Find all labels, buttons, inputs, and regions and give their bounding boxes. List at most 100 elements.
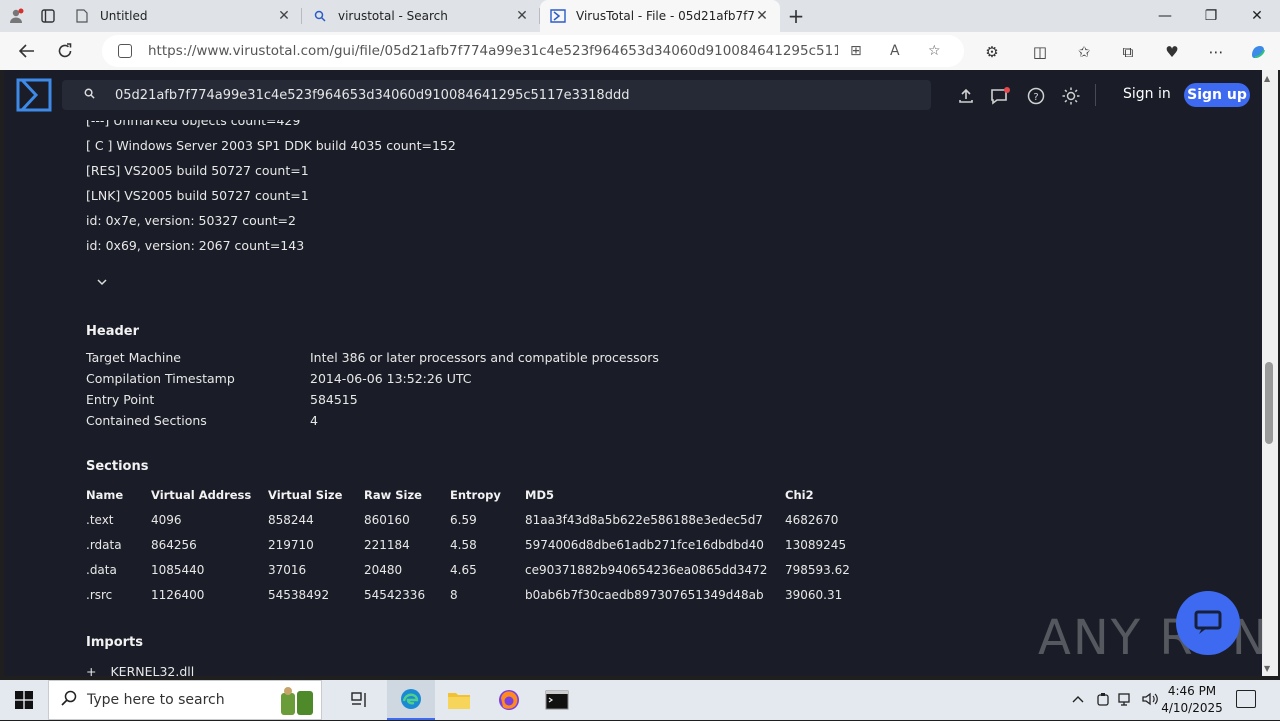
- chevron-down-icon[interactable]: [97, 275, 107, 289]
- column-header: Raw Size: [364, 488, 422, 502]
- column-header: Chi2: [785, 488, 814, 502]
- virustotal-logo-icon[interactable]: [16, 78, 52, 112]
- new-tab-button[interactable]: +: [780, 0, 812, 32]
- rich-header-line: id: 0x7e, version: 50327 count=2: [86, 213, 296, 228]
- scrollbar-thumb[interactable]: [1265, 362, 1273, 444]
- network-icon[interactable]: [1118, 692, 1134, 710]
- clock-date: 4/10/2025: [1161, 701, 1223, 715]
- tab-untitled[interactable]: Untitled ✕: [64, 0, 302, 32]
- header-key: Target Machine: [86, 350, 181, 365]
- table-cell: .data: [86, 563, 117, 577]
- lock-icon[interactable]: [118, 44, 132, 58]
- column-header: Virtual Address: [151, 488, 252, 502]
- notifications-icon[interactable]: [990, 85, 1012, 107]
- table-cell: 864256: [151, 538, 197, 552]
- table-cell: 13089245: [785, 538, 847, 552]
- rich-header-line: [LNK] VS2005 build 50727 count=1: [86, 188, 309, 203]
- performance-icon[interactable]: ♥: [1160, 42, 1184, 62]
- file-details-content: [---] Unmarked objects count=429 [ C ] W…: [4, 120, 1262, 676]
- clock-time: 4:46 PM: [1167, 684, 1217, 698]
- windows-logo-icon: [15, 691, 33, 709]
- search-icon: [61, 690, 77, 710]
- chat-button[interactable]: [1176, 591, 1240, 655]
- page-icon: [74, 8, 90, 24]
- back-button[interactable]: [10, 34, 44, 68]
- copilot-icon[interactable]: [1246, 42, 1270, 62]
- table-cell: 219710: [268, 538, 314, 552]
- terminal-icon: [545, 690, 569, 710]
- task-view-button[interactable]: [336, 680, 384, 720]
- url-text: https://www.virustotal.com/gui/file/05d2…: [148, 43, 838, 59]
- favorite-star-icon[interactable]: ☆: [928, 43, 941, 59]
- taskbar-app-firefox[interactable]: [485, 680, 533, 720]
- search-icon: [84, 88, 95, 102]
- taskbar-app-edge[interactable]: [387, 680, 435, 720]
- notifications-icon[interactable]: [1236, 690, 1256, 708]
- taskbar-search-input[interactable]: Type here to search: [48, 680, 322, 720]
- close-icon[interactable]: ✕: [514, 8, 530, 24]
- table-cell: 6.59: [450, 513, 477, 527]
- table-cell: 4.65: [450, 563, 477, 577]
- upload-icon[interactable]: [955, 85, 977, 107]
- taskbar-app-file-explorer[interactable]: [435, 680, 483, 720]
- collections-icon[interactable]: ⧉: [1116, 42, 1140, 62]
- split-screen-icon[interactable]: ◫: [1028, 42, 1052, 62]
- close-window-button[interactable]: ✕: [1234, 0, 1280, 32]
- theme-toggle-icon[interactable]: [1060, 85, 1082, 107]
- extensions-icon[interactable]: ⚙: [980, 42, 1004, 62]
- close-icon[interactable]: ✕: [754, 8, 770, 24]
- search-placeholder: Type here to search: [87, 692, 225, 708]
- file-hash-search-input[interactable]: 05d21afb7f774a99e31c4e523f964653d34060d9…: [62, 80, 931, 110]
- table-cell: 39060.31: [785, 588, 843, 602]
- tab-virustotal-file[interactable]: VirusTotal - File - 05d21afb7f774a ✕: [540, 0, 780, 32]
- header-value: 4: [310, 413, 318, 428]
- minimize-button[interactable]: —: [1142, 0, 1188, 32]
- search-icon: [312, 8, 328, 24]
- taskbar-app-terminal[interactable]: [533, 680, 581, 720]
- imports-title: Imports: [86, 635, 143, 650]
- address-bar[interactable]: https://www.virustotal.com/gui/file/05d2…: [102, 35, 964, 67]
- device-icon[interactable]: [1096, 692, 1110, 712]
- edge-icon: [401, 689, 421, 709]
- tab-virustotal-search[interactable]: virustotal - Search ✕: [302, 0, 540, 32]
- rich-header-line: [---] Unmarked objects count=429: [86, 120, 301, 128]
- import-dll-row[interactable]: + KERNEL32.dll: [86, 664, 194, 676]
- search-value: 05d21afb7f774a99e31c4e523f964653d34060d9…: [115, 87, 630, 103]
- chat-icon: [1194, 610, 1222, 634]
- expand-plus-icon[interactable]: +: [86, 664, 96, 676]
- read-aloud-icon[interactable]: A: [890, 43, 900, 59]
- task-view-icon: [351, 692, 366, 707]
- chevron-up-icon[interactable]: [1072, 692, 1084, 707]
- app-available-icon[interactable]: ⊞: [850, 43, 862, 59]
- header-value: Intel 386 or later processors and compat…: [310, 350, 659, 365]
- scroll-up-icon[interactable]: ▲: [1264, 74, 1270, 83]
- svg-text:?: ?: [1033, 92, 1038, 103]
- volume-icon[interactable]: [1142, 692, 1158, 710]
- table-cell: 54538492: [268, 588, 330, 602]
- table-cell: ce90371882b940654236ea0865dd3472: [525, 563, 768, 577]
- favorites-icon[interactable]: ✩: [1072, 42, 1096, 62]
- refresh-button[interactable]: [48, 34, 82, 68]
- header-key: Compilation Timestamp: [86, 371, 235, 386]
- column-header: MD5: [525, 488, 554, 502]
- sign-in-link[interactable]: Sign in: [1123, 86, 1171, 102]
- folder-icon: [448, 693, 470, 709]
- close-icon[interactable]: ✕: [276, 8, 292, 24]
- start-button[interactable]: [0, 680, 48, 720]
- rich-header-line: [ C ] Windows Server 2003 SP1 DDK build …: [86, 138, 456, 153]
- profile-icon[interactable]: [0, 0, 32, 32]
- tab-label: Untitled: [100, 9, 148, 23]
- tab-label: virustotal - Search: [338, 9, 448, 23]
- table-cell: 1085440: [151, 563, 205, 577]
- table-cell: 860160: [364, 513, 410, 527]
- table-cell: 4682670: [785, 513, 839, 527]
- table-cell: 20480: [364, 563, 403, 577]
- table-cell: 54542336: [364, 588, 426, 602]
- help-icon[interactable]: ?: [1025, 85, 1047, 107]
- sign-up-button[interactable]: Sign up: [1184, 83, 1250, 107]
- tab-actions-icon[interactable]: [32, 0, 64, 32]
- table-cell: 798593.62: [785, 563, 850, 577]
- more-options-icon[interactable]: ⋯: [1204, 42, 1228, 62]
- restore-button[interactable]: ❐: [1188, 0, 1234, 32]
- system-clock[interactable]: 4:46 PM 4/10/2025: [1160, 683, 1224, 717]
